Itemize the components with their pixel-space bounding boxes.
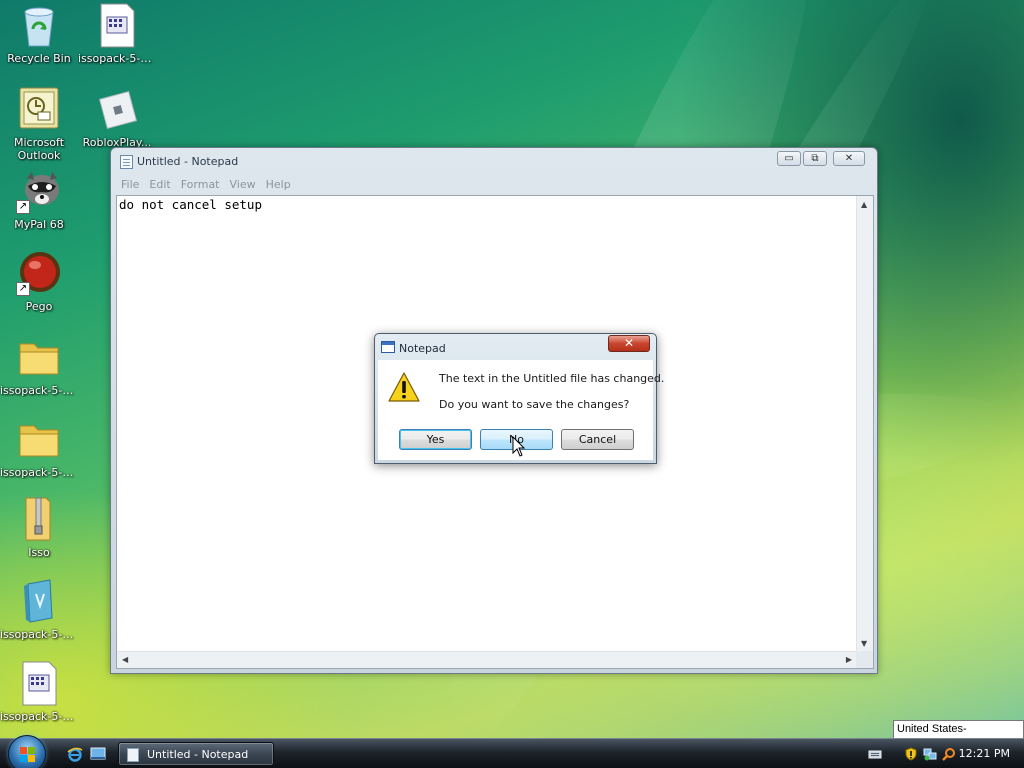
taskbar-button-notepad[interactable]: Untitled - Notepad <box>118 742 274 766</box>
menu-format[interactable]: Format <box>176 175 225 195</box>
desktop-icon-label: issopack-5-s... <box>0 710 78 723</box>
desktop-icon-issopack-file-1[interactable]: issopack-5-s... <box>78 2 156 65</box>
dialog-titlebar[interactable]: Notepad ✕ <box>375 334 656 360</box>
zip-folder-icon <box>16 496 62 542</box>
roblox-icon <box>94 86 140 132</box>
scroll-right-arrow-icon[interactable]: ▶ <box>846 655 852 664</box>
taskbar-button-label: Untitled - Notepad <box>147 748 249 761</box>
vertical-scrollbar[interactable]: ▲ ▼ <box>856 196 873 652</box>
dialog-title: Notepad <box>399 342 446 355</box>
menu-view[interactable]: View <box>225 175 261 195</box>
desktop-icon-issopack-installer[interactable]: issopack-5-s... <box>0 578 78 641</box>
notepad-app-icon <box>120 155 133 169</box>
cancel-button[interactable]: Cancel <box>561 429 634 450</box>
outlook-icon <box>16 86 62 132</box>
desktop-icon-recycle-bin[interactable]: Recycle Bin <box>0 2 78 65</box>
menu-edit[interactable]: Edit <box>144 175 175 195</box>
dialog-message-line-1: The text in the Untitled file has change… <box>439 372 665 385</box>
scroll-up-arrow-icon[interactable]: ▲ <box>861 200 867 209</box>
notepad-taskbar-icon <box>127 748 139 762</box>
shortcut-arrow-icon: ↗ <box>16 200 30 214</box>
desktop-icon-roblox-player[interactable]: RobloxPlay... <box>78 86 156 149</box>
desktop-icon-mypal[interactable]: ↗ MyPal 68 <box>0 168 78 231</box>
size-grip[interactable] <box>856 651 873 668</box>
desktop-icon-label: issopack-5-s... <box>78 52 156 65</box>
desktop-icon-issopack-file-2[interactable]: issopack-5-s... <box>0 660 78 723</box>
dialog-message-line-2: Do you want to save the changes? <box>439 398 630 411</box>
security-shield-icon[interactable] <box>904 747 918 761</box>
menu-file[interactable]: File <box>116 175 144 195</box>
dialog-window-icon <box>381 341 395 353</box>
internet-explorer-icon[interactable] <box>67 746 83 762</box>
desktop-icon-isso-zip[interactable]: Isso <box>0 496 78 559</box>
close-button[interactable]: ✕ <box>833 151 865 166</box>
desktop-icon-issopack-folder-2[interactable]: issopack-5-s... <box>0 416 78 479</box>
pego-icon: ↗ <box>16 250 62 296</box>
installer-box-icon <box>16 578 62 624</box>
scroll-down-arrow-icon[interactable]: ▼ <box>861 639 867 648</box>
desktop-icon-microsoft-outlook[interactable]: Microsoft Outlook <box>0 86 78 162</box>
desktop-icon-label: Recycle Bin <box>7 52 71 65</box>
desktop-icon-label: issopack-5-s... <box>0 384 78 397</box>
mouse-cursor-icon <box>512 435 526 458</box>
desktop-icon-label: MyPal 68 <box>14 218 64 231</box>
menu-help[interactable]: Help <box>261 175 296 195</box>
notepad-titlebar[interactable]: Untitled - Notepad ▭ ⧉ ✕ <box>111 148 877 175</box>
notepad-window-title: Untitled - Notepad <box>137 155 239 168</box>
folder-icon <box>16 334 62 380</box>
desktop-icon-label: Pego <box>25 300 53 313</box>
warning-icon <box>388 372 420 402</box>
desktop-icon-label: Isso <box>28 546 50 559</box>
notepad-menubar: File Edit Format View Help <box>116 175 872 195</box>
folder-icon <box>16 416 62 462</box>
minimize-button[interactable]: ▭ <box>777 151 801 166</box>
document-file-icon <box>16 660 62 706</box>
desktop-icon-label: issopack-5-s... <box>0 628 78 641</box>
mypal-raccoon-icon: ↗ <box>16 168 62 214</box>
scroll-left-arrow-icon[interactable]: ◀ <box>122 655 128 664</box>
maximize-button[interactable]: ⧉ <box>803 151 827 166</box>
document-file-icon <box>94 2 140 48</box>
start-button[interactable] <box>8 735 46 768</box>
keyboard-language-icon[interactable] <box>868 747 882 761</box>
desktop-icon-issopack-folder-1[interactable]: issopack-5-s... <box>0 334 78 397</box>
desktop-icon-pego[interactable]: ↗ Pego <box>0 250 78 313</box>
input-language-tooltip: United States-International <box>893 720 1024 752</box>
dialog-close-button[interactable]: ✕ <box>608 335 650 352</box>
shortcut-arrow-icon: ↗ <box>16 282 30 296</box>
search-tray-icon[interactable] <box>942 747 956 761</box>
recycle-bin-icon <box>16 2 62 48</box>
windows-flag-icon <box>20 747 36 763</box>
desktop-icon-label: issopack-5-s... <box>0 466 78 479</box>
network-icon[interactable] <box>923 747 937 761</box>
show-desktop-icon[interactable] <box>90 746 106 762</box>
taskbar: Untitled - Notepad 12:21 PM <box>0 735 1024 768</box>
system-clock[interactable]: 12:21 PM <box>959 747 1010 760</box>
desktop-icon-label: Microsoft Outlook <box>13 136 65 162</box>
notepad-text-content[interactable]: do not cancel setup <box>119 197 262 212</box>
yes-button[interactable]: Yes <box>399 429 472 450</box>
horizontal-scrollbar[interactable]: ◀ ▶ <box>117 651 857 668</box>
